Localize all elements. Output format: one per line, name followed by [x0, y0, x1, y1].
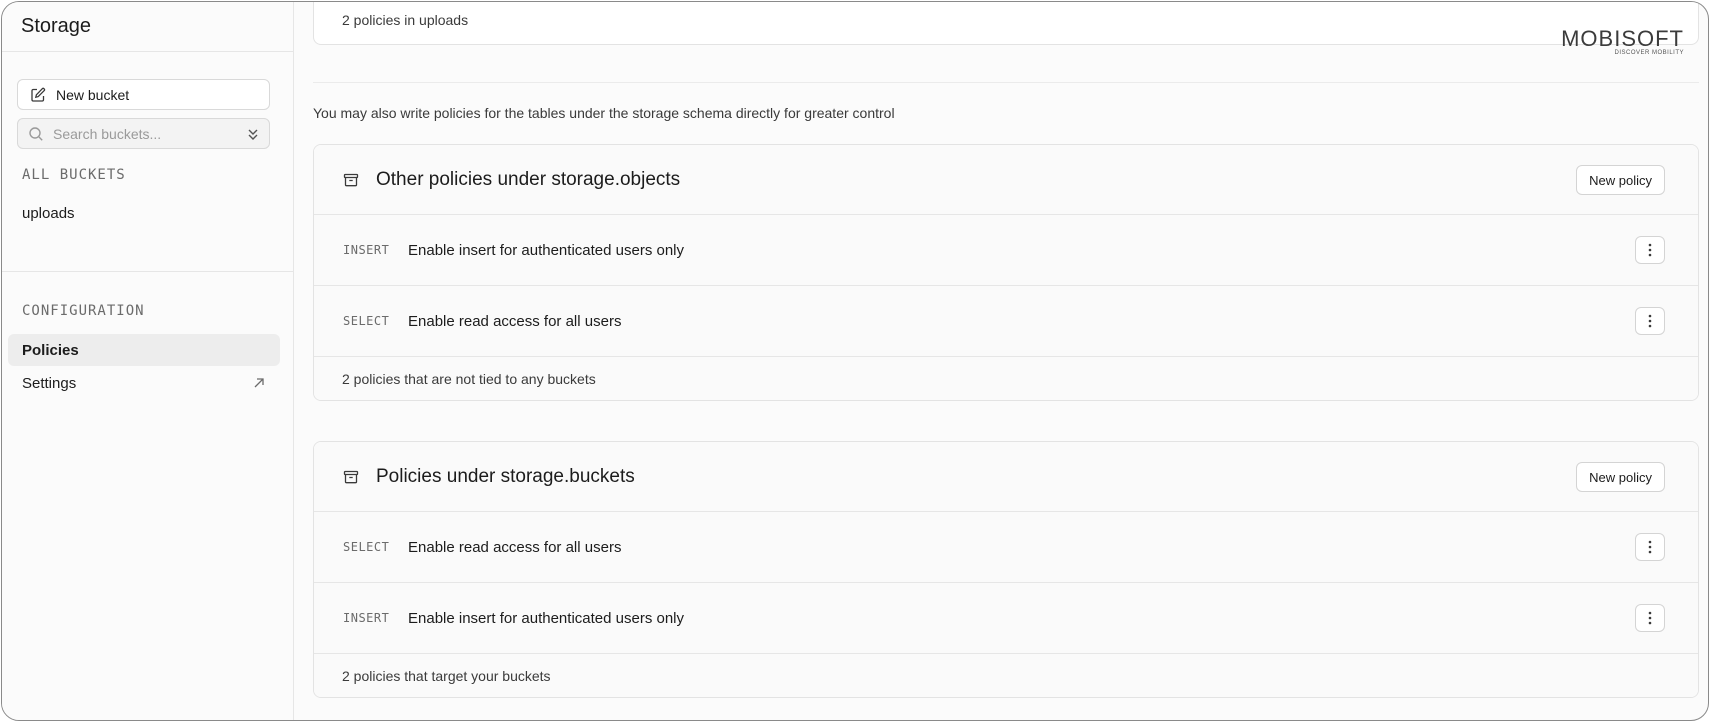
configuration-heading: CONFIGURATION	[22, 303, 145, 319]
new-bucket-button[interactable]: New bucket	[17, 79, 270, 110]
uploads-policies-card: 2 policies in uploads	[313, 2, 1699, 45]
policy-row[interactable]: SELECT Enable read access for all users	[314, 286, 1698, 357]
policy-command: SELECT	[343, 314, 390, 328]
mobisoft-logo: MOBISOFT DISCOVER MOBILITY	[1561, 26, 1684, 56]
chevrons-down-icon[interactable]	[246, 126, 260, 142]
new-bucket-label: New bucket	[56, 86, 130, 103]
card-header: Policies under storage.buckets New polic…	[314, 442, 1698, 512]
card-footer: 2 policies that target your buckets	[314, 654, 1698, 697]
card-header: Other policies under storage.objects New…	[314, 145, 1698, 215]
storage-buckets-policies-card: Policies under storage.buckets New polic…	[313, 441, 1699, 698]
bucket-item-uploads[interactable]: uploads	[22, 205, 75, 222]
logo-wordmark: MOBISOFT	[1561, 26, 1684, 51]
sidebar-divider	[2, 271, 294, 272]
intro-text: You may also write policies for the tabl…	[313, 105, 895, 121]
storage-objects-policies-card: Other policies under storage.objects New…	[313, 144, 1699, 401]
new-policy-button[interactable]: New policy	[1576, 462, 1665, 492]
card-title: Other policies under storage.objects	[376, 168, 681, 190]
card-footer: 2 policies that are not tied to any buck…	[314, 357, 1698, 400]
search-buckets-input[interactable]: Search buckets...	[17, 118, 270, 149]
all-buckets-heading: ALL BUCKETS	[22, 167, 126, 183]
main-content: 2 policies in uploads You may also write…	[295, 2, 1708, 720]
card-title: Policies under storage.buckets	[376, 465, 635, 487]
sidebar-item-label: Settings	[22, 374, 77, 392]
sidebar-item-label: Policies	[22, 341, 79, 359]
policy-row[interactable]: INSERT Enable insert for authenticated u…	[314, 583, 1698, 654]
section-divider	[313, 82, 1699, 83]
sidebar-item-policies[interactable]: Policies	[8, 334, 280, 366]
sidebar: Storage New bucket Search buckets... ALL…	[2, 2, 294, 720]
more-vertical-icon	[1648, 611, 1652, 625]
external-arrow-icon	[252, 376, 266, 390]
more-options-button[interactable]	[1635, 307, 1665, 335]
more-vertical-icon	[1648, 243, 1652, 257]
archive-icon	[342, 171, 360, 189]
app-window: Storage New bucket Search buckets... ALL…	[1, 1, 1709, 721]
policy-command: INSERT	[343, 611, 390, 625]
search-placeholder: Search buckets...	[53, 125, 162, 142]
sidebar-title: Storage	[2, 2, 293, 52]
search-icon	[28, 126, 44, 142]
archive-icon	[342, 468, 360, 486]
policy-row[interactable]: INSERT Enable insert for authenticated u…	[314, 215, 1698, 286]
more-options-button[interactable]	[1635, 604, 1665, 632]
policy-name: Enable insert for authenticated users on…	[408, 241, 684, 259]
policy-row[interactable]: SELECT Enable read access for all users	[314, 512, 1698, 583]
policy-name: Enable read access for all users	[408, 312, 622, 330]
policy-command: SELECT	[343, 540, 390, 554]
more-options-button[interactable]	[1635, 533, 1665, 561]
policy-name: Enable read access for all users	[408, 538, 622, 556]
new-policy-button[interactable]: New policy	[1576, 165, 1665, 195]
policy-command: INSERT	[343, 243, 390, 257]
card-footer: 2 policies in uploads	[342, 12, 469, 28]
sidebar-item-settings[interactable]: Settings	[8, 367, 280, 399]
policy-name: Enable insert for authenticated users on…	[408, 609, 684, 627]
more-options-button[interactable]	[1635, 236, 1665, 264]
more-vertical-icon	[1648, 540, 1652, 554]
more-vertical-icon	[1648, 314, 1652, 328]
edit-icon	[30, 87, 46, 103]
